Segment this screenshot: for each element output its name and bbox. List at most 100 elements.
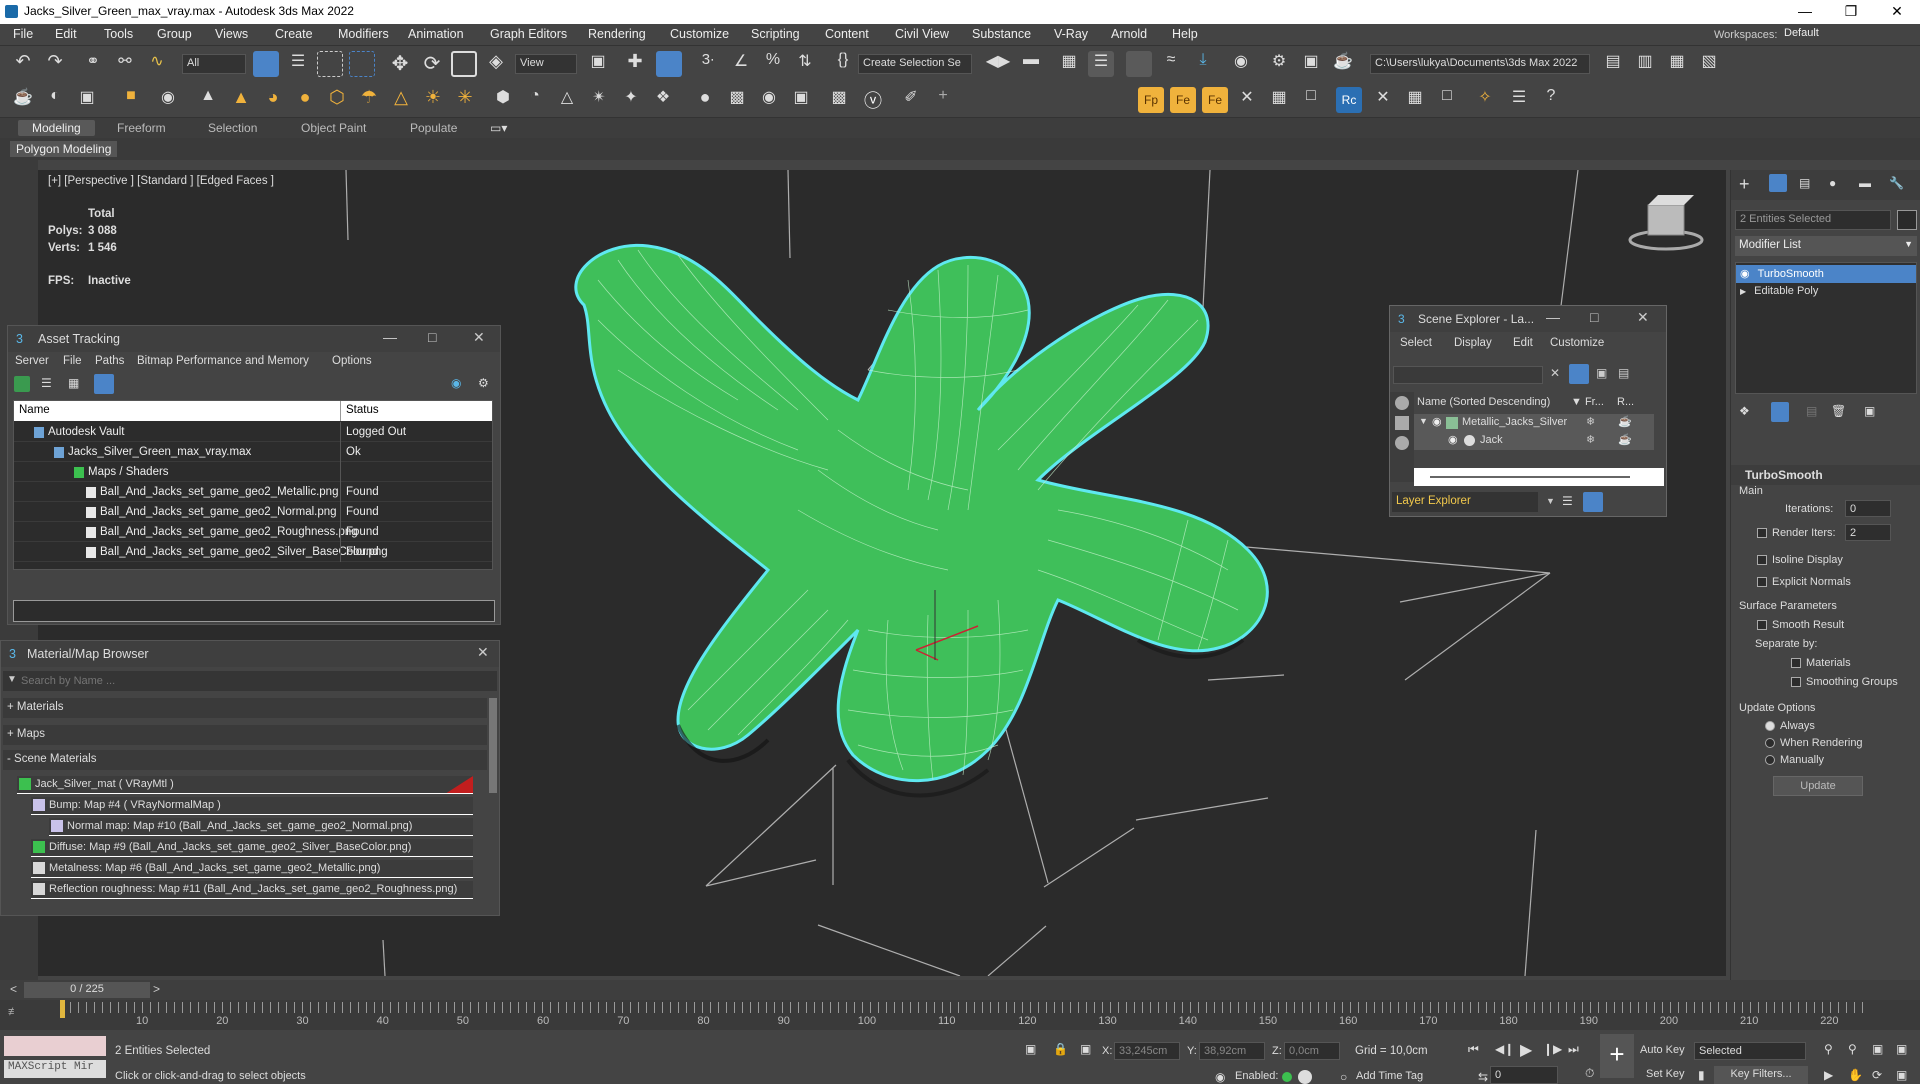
explicit-normals-row[interactable]: Explicit Normals xyxy=(1757,576,1851,588)
move-icon[interactable]: ✥ xyxy=(387,51,413,77)
display-lights-icon[interactable] xyxy=(1395,436,1409,450)
vray-sphere-light-icon[interactable]: ● xyxy=(292,87,318,113)
vray-sky-icon[interactable]: ✳ xyxy=(452,87,478,113)
manually-radio[interactable] xyxy=(1765,755,1775,766)
scene-search-input[interactable] xyxy=(1393,366,1543,384)
x-coordinate-field[interactable]: 33,245cm xyxy=(1114,1042,1180,1060)
tab-populate[interactable]: Populate xyxy=(410,121,457,135)
y-coordinate-field[interactable]: 38,92cm xyxy=(1199,1042,1265,1060)
show-end-result-icon[interactable] xyxy=(1771,402,1789,422)
group-maps[interactable]: + Maps xyxy=(3,725,487,745)
selection-set-dropdown[interactable]: Selected xyxy=(1694,1042,1806,1060)
viewport-label[interactable]: [+] [Perspective ] [Standard ] [Edged Fa… xyxy=(48,175,274,187)
hierarchy-tab-icon[interactable]: ▤ xyxy=(1799,176,1810,190)
vray-ies-light-icon[interactable]: ☂ xyxy=(356,87,382,113)
scrollbar-thumb[interactable] xyxy=(1430,476,1630,478)
render-production-icon[interactable]: ☕ xyxy=(1330,51,1356,77)
viewcube[interactable] xyxy=(1628,195,1704,251)
chevron-down-icon[interactable]: ▼ xyxy=(1546,496,1555,506)
menu-arnold[interactable]: Arnold xyxy=(1111,27,1147,41)
absolute-mode-icon[interactable]: ▣ xyxy=(1080,1042,1091,1056)
col-freeze[interactable]: ▼ Fr... xyxy=(1571,396,1604,408)
col-name-header[interactable]: Name xyxy=(19,404,50,416)
pivot-icon[interactable]: ▣ xyxy=(585,51,611,77)
vault-help-icon[interactable]: ◉ xyxy=(451,376,461,390)
tools-icon[interactable]: ✕ xyxy=(1234,87,1260,113)
render-setup-icon[interactable]: ⚙ xyxy=(1266,51,1292,77)
selection-lock-icon[interactable]: 🔒 xyxy=(1053,1042,1068,1056)
material-item[interactable]: Jack_Silver_mat ( VRayMtl ) xyxy=(17,776,473,794)
smoothing-groups-row[interactable]: Smoothing Groups xyxy=(1791,676,1898,688)
teapot-icon[interactable]: ☕ xyxy=(10,87,36,113)
freeze-icon[interactable]: ❄ xyxy=(1586,433,1595,446)
render-iters-row[interactable]: Render Iters: xyxy=(1757,527,1836,539)
unlink-icon[interactable]: ⚯ xyxy=(112,51,138,77)
link-icon[interactable]: ⚭ xyxy=(80,51,106,77)
menu-group[interactable]: Group xyxy=(157,27,192,41)
close-icon[interactable]: ✕ xyxy=(1874,0,1920,24)
map-item[interactable]: Reflection roughness: Map #11 (Ball_And_… xyxy=(31,881,473,899)
vray-mesh-light-icon[interactable]: ⬡ xyxy=(324,87,350,113)
keyboard-shortcut-icon[interactable] xyxy=(656,51,682,77)
menu-bitmap-performance[interactable]: Bitmap Performance and Memory xyxy=(137,355,309,367)
menu-select[interactable]: Select xyxy=(1400,337,1432,349)
menu-scripting[interactable]: Scripting xyxy=(751,27,800,41)
track-bar[interactable]: ≢ 10 20 30 40 50 60 70 80 90 100 110 120 130 140 150 16… xyxy=(0,1000,1920,1030)
modifier-list-dropdown[interactable]: Modifier List ▼ xyxy=(1735,236,1917,256)
select-manipulate-icon[interactable]: ✚ xyxy=(622,51,648,77)
menu-create[interactable]: Create xyxy=(275,27,313,41)
minimize-icon[interactable]: — xyxy=(383,329,397,345)
vray-add-icon[interactable]: + xyxy=(930,87,956,113)
refresh-icon[interactable] xyxy=(14,376,30,392)
track-bar-menu-icon[interactable]: ≢ xyxy=(8,1006,19,1018)
smooth-result-checkbox[interactable] xyxy=(1757,620,1767,631)
menu-content[interactable]: Content xyxy=(825,27,869,41)
current-frame-field[interactable]: 0 xyxy=(1490,1066,1558,1084)
schematic-view-icon[interactable]: ⤓ xyxy=(1190,51,1216,77)
visibility-eye-icon[interactable]: ◉ xyxy=(1448,433,1458,446)
material-editor-icon[interactable]: ◉ xyxy=(1228,51,1254,77)
maxscript-mini-listener[interactable]: MAXScript Mir xyxy=(4,1060,106,1078)
snaps-toggle-icon[interactable]: 3∙ xyxy=(695,51,721,77)
plugin-icon[interactable]: ✧ xyxy=(1472,87,1498,113)
stack-item-editable-poly[interactable]: ▶ Editable Poly xyxy=(1736,283,1916,301)
open-project-icon[interactable]: ▤ xyxy=(1600,51,1626,77)
close-icon[interactable]: ✕ xyxy=(1637,309,1649,326)
menu-edit[interactable]: Edit xyxy=(55,27,77,41)
key-filters-button[interactable]: Key Filters... xyxy=(1714,1066,1808,1084)
manually-row[interactable]: Manually xyxy=(1765,754,1824,766)
asset-tracking-titlebar[interactable]: 3 Asset Tracking — □ ✕ xyxy=(8,326,500,352)
play-icon[interactable]: ▶ xyxy=(1520,1040,1532,1060)
asset-row[interactable]: Ball_And_Jacks_set_game_geo2_Normal.png F… xyxy=(14,502,492,522)
vray-box-icon[interactable]: ⬢ xyxy=(490,87,516,113)
display-objects-icon[interactable] xyxy=(1395,396,1409,410)
asset-row[interactable]: Ball_And_Jacks_set_game_geo2_Silver_Base… xyxy=(14,542,492,562)
render-frame-icon[interactable]: ▣ xyxy=(1298,51,1324,77)
workspaces-dropdown[interactable]: Default xyxy=(1784,27,1904,39)
reference-coord-dropdown[interactable]: View xyxy=(515,54,577,74)
expand-icon[interactable]: ▶ xyxy=(1740,287,1746,296)
menu-rendering[interactable]: Rendering xyxy=(588,27,646,41)
tab-modeling[interactable]: Modeling xyxy=(18,120,95,136)
make-unique-icon[interactable]: ▤ xyxy=(1806,404,1817,418)
vray-sun-icon[interactable]: ☀ xyxy=(420,87,446,113)
explicit-normals-checkbox[interactable] xyxy=(1757,577,1767,588)
table-view-icon[interactable]: ▦ xyxy=(68,376,79,390)
material-browser-titlebar[interactable]: 3 Material/Map Browser ✕ xyxy=(1,641,499,667)
enabled-indicator[interactable] xyxy=(1282,1072,1292,1082)
spinner-snap-icon[interactable]: ⇅ xyxy=(792,51,818,77)
add-time-tag-label[interactable]: Add Time Tag xyxy=(1356,1070,1423,1082)
rect-selection-icon[interactable] xyxy=(317,51,343,77)
vray-icon[interactable]: ⓥ xyxy=(860,87,886,113)
material-search-input[interactable] xyxy=(21,671,491,691)
zoom-extents-all-icon[interactable]: ▣ xyxy=(1896,1042,1907,1056)
object-name-field[interactable]: 2 Entities Selected xyxy=(1735,210,1891,230)
minimize-icon[interactable]: — xyxy=(1782,0,1828,24)
material-grid-icon[interactable]: ▩ xyxy=(724,87,750,113)
filter-icon[interactable] xyxy=(1569,364,1589,384)
material-sphere-icon[interactable]: ● xyxy=(692,87,718,113)
scene-item-object[interactable]: ◉ Jack ❄ ☕ xyxy=(1414,432,1654,450)
modify-tab-icon[interactable] xyxy=(1769,174,1787,192)
menu-views[interactable]: Views xyxy=(215,27,248,41)
smooth-result-row[interactable]: Smooth Result xyxy=(1757,619,1844,631)
